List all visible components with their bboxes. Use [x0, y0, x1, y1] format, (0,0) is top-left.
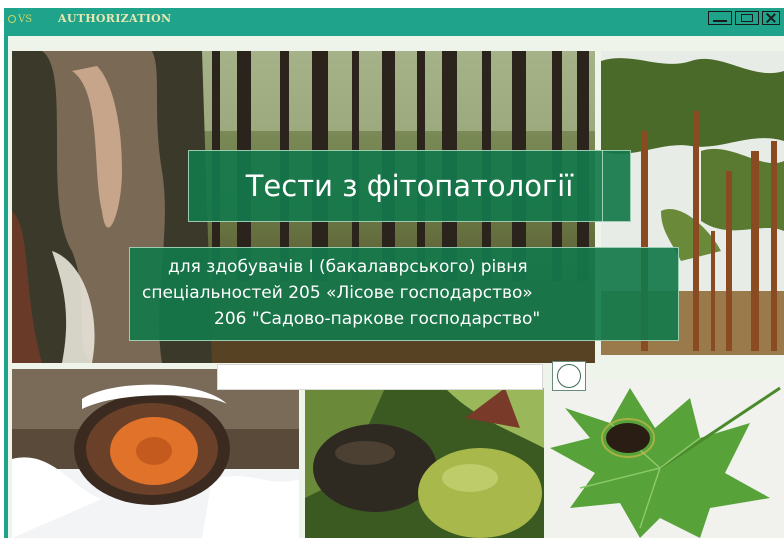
subtitle-line-1: для здобувачів I (бакалаврського) рівня: [168, 257, 528, 277]
authorization-window: VS AUTHORIZATION Тести з фітопатології д…: [4, 8, 784, 538]
ring-logo-icon: [8, 15, 16, 23]
subtitle-box: для здобувачів I (бакалаврського) рівня …: [129, 247, 679, 341]
app-logo: VS: [8, 12, 32, 26]
subtitle-line-2: спеціальностей 205 «Лісове господарство»: [142, 283, 533, 303]
login-button[interactable]: [552, 361, 586, 391]
walnut-photo: [305, 388, 544, 538]
title-bar[interactable]: VS AUTHORIZATION: [4, 8, 784, 30]
login-input[interactable]: [217, 364, 543, 390]
circle-icon: [557, 364, 581, 388]
window-controls: [708, 11, 780, 25]
title-banner: Тести з фітопатології: [188, 150, 631, 222]
close-icon[interactable]: [762, 11, 780, 25]
maple-leaf-photo: [550, 378, 784, 538]
app-logo-text: VS: [18, 13, 33, 25]
stump-photo: [12, 369, 299, 538]
subtitle-line-3: 206 "Садово-паркове господарство": [214, 309, 541, 329]
maximize-icon[interactable]: [735, 11, 759, 25]
window-title: AUTHORIZATION: [58, 12, 172, 25]
content-area: Тести з фітопатології для здобувачів I (…: [8, 36, 784, 538]
minimize-icon[interactable]: [708, 11, 732, 25]
banner-edge: [602, 150, 631, 222]
page-title: Тести з фітопатології: [245, 169, 574, 203]
